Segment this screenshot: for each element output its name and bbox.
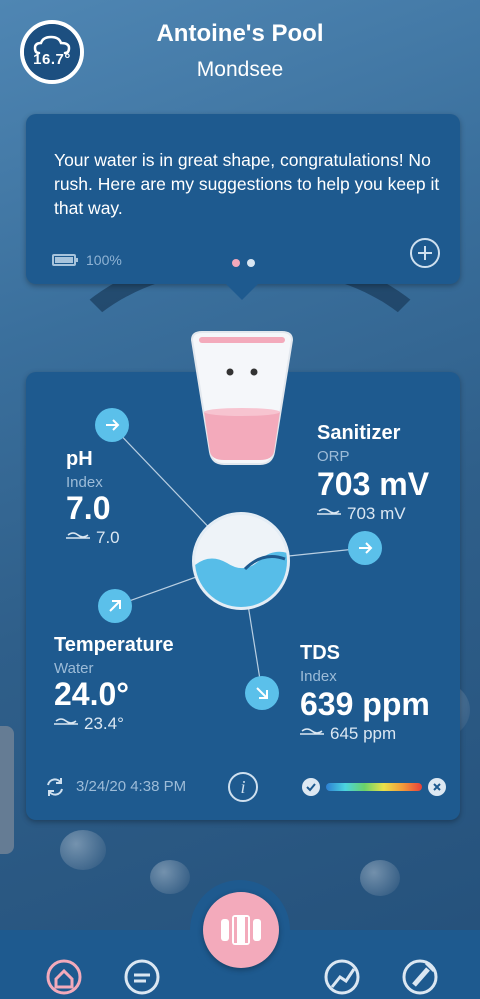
ph-average: 7.0	[66, 528, 120, 548]
ph-average-value: 7.0	[96, 528, 120, 547]
ph-value[interactable]: 7.0	[66, 490, 110, 527]
check-icon	[302, 778, 320, 796]
tds-average-value: 645 ppm	[330, 724, 397, 743]
temperature-title: Temperature	[54, 634, 174, 656]
suggestion-card[interactable]: Your water is in great shape, congratula…	[26, 114, 460, 300]
pool-name[interactable]: Antoine's Pool	[0, 20, 480, 48]
suggestion-text: Your water is in great shape, congratula…	[54, 150, 440, 218]
device-settings-icon[interactable]	[400, 955, 440, 995]
temperature-subtitle: Water	[54, 660, 94, 677]
device-cup-icon[interactable]	[190, 328, 294, 468]
ph-subtitle: Index	[66, 474, 103, 491]
tds-average: 645 ppm	[300, 724, 396, 744]
battery-status: 100%	[52, 252, 122, 268]
page-dot[interactable]	[247, 259, 255, 267]
average-icon	[317, 508, 341, 515]
arrow-right-icon	[359, 542, 373, 554]
status-scale	[302, 778, 446, 796]
average-icon	[66, 532, 90, 539]
background-droplet	[150, 860, 190, 894]
arrow-down-right-icon	[256, 687, 268, 699]
sanitizer-average: 703 mV	[317, 504, 406, 524]
add-button[interactable]	[410, 238, 440, 268]
background-droplet	[60, 830, 106, 870]
arrow-right-icon	[106, 419, 120, 431]
tds-trend-button[interactable]	[245, 676, 279, 710]
ph-trend-button[interactable]	[95, 408, 129, 442]
info-icon[interactable]: i	[228, 772, 258, 802]
temperature-value[interactable]: 24.0°	[54, 676, 129, 713]
page-dot-active[interactable]	[232, 259, 240, 267]
side-drawer-handle[interactable]	[0, 726, 14, 854]
device-icon-center	[221, 915, 261, 945]
tds-title: TDS	[300, 642, 340, 664]
average-icon	[54, 718, 78, 725]
tds-value[interactable]: 639 ppm	[300, 686, 430, 723]
close-icon	[428, 778, 446, 796]
refresh-icon[interactable]	[44, 776, 66, 798]
chat-icon[interactable]	[122, 955, 162, 995]
center-action-button[interactable]	[203, 892, 279, 968]
ph-title: pH	[66, 448, 93, 470]
water-status-ball[interactable]	[192, 512, 290, 610]
temperature-average-value: 23.4°	[84, 714, 124, 733]
temperature-trend-button[interactable]	[98, 589, 132, 623]
sanitizer-average-value: 703 mV	[347, 504, 406, 523]
quality-gradient-bar	[326, 783, 422, 791]
arrow-up-right-icon	[109, 600, 121, 612]
sanitizer-subtitle: ORP	[317, 448, 350, 465]
battery-level: 100%	[86, 252, 122, 268]
average-icon	[300, 728, 324, 735]
sanitizer-title: Sanitizer	[317, 422, 401, 444]
sanitizer-value[interactable]: 703 mV	[317, 466, 429, 503]
page-indicator	[232, 259, 255, 267]
sanitizer-trend-button[interactable]	[348, 531, 382, 565]
background-droplet	[360, 860, 400, 896]
temperature-average: 23.4°	[54, 714, 124, 734]
home-icon[interactable]	[44, 955, 84, 995]
plus-icon	[418, 246, 432, 260]
tds-subtitle: Index	[300, 668, 337, 685]
battery-icon	[52, 254, 78, 266]
last-update-time: 3/24/20 4:38 PM	[76, 778, 187, 795]
analytics-icon[interactable]	[322, 955, 362, 995]
pool-location: Mondsee	[196, 58, 284, 81]
